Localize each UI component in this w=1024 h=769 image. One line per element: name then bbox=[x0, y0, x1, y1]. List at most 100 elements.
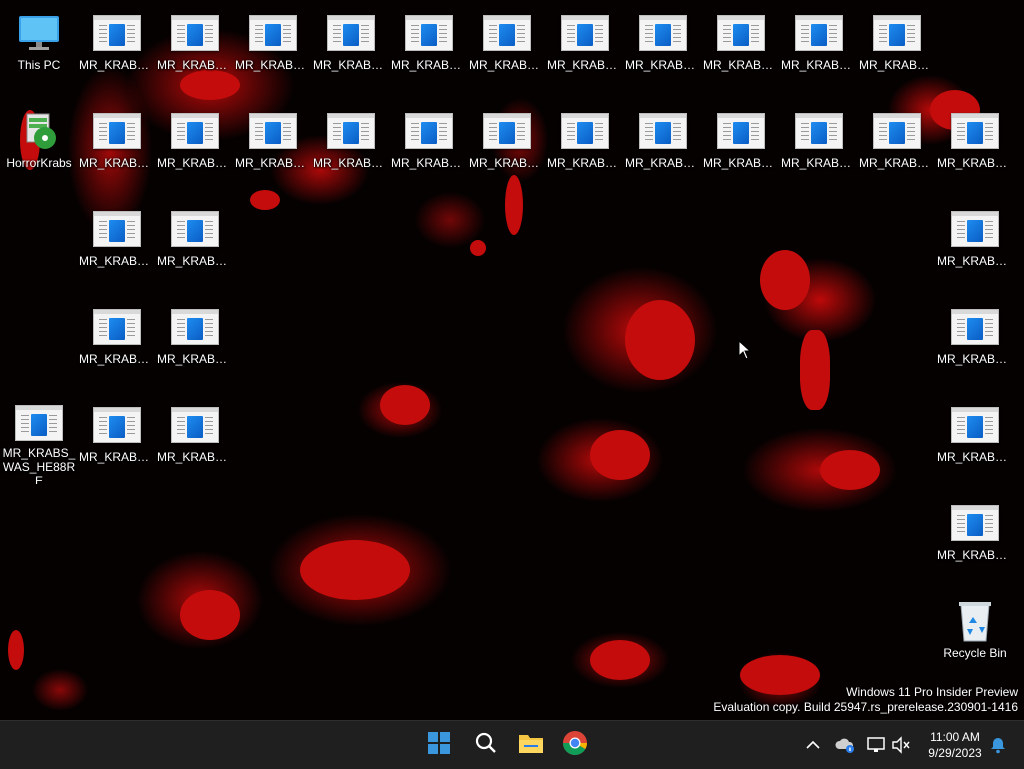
icon-label: MR_KRABS_... bbox=[547, 156, 623, 170]
icon-label: MR_KRABS_... bbox=[625, 58, 701, 72]
mr-krabs-file-icon-item[interactable]: MR_KRABS_... bbox=[157, 296, 233, 386]
file-explorer-button[interactable] bbox=[511, 725, 551, 765]
installer-disc-icon bbox=[14, 110, 64, 152]
icon-label: MR_KRABS_... bbox=[469, 58, 545, 72]
mr-krabs-file-icon-item[interactable]: MR_KRABS_... bbox=[157, 2, 233, 92]
clock-date: 9/29/2023 bbox=[928, 746, 982, 760]
mr-krabs-file-icon-item[interactable]: MR_KRABS_... bbox=[79, 296, 155, 386]
mr-krabs-file-icon-item[interactable]: MR_KRABS_... bbox=[157, 198, 233, 288]
mr-krabs-file-icon-item[interactable]: MR_KRABS_... bbox=[157, 100, 233, 190]
clock[interactable]: 11:00 AM 9/29/2023 bbox=[922, 729, 988, 761]
icon-label: MR_KRABS_... bbox=[703, 58, 779, 72]
network-icon[interactable] bbox=[864, 733, 888, 757]
mr-krabs-file-icon-item[interactable]: MR_KRABS_... bbox=[937, 296, 1013, 386]
mr-krabs-file-icon-item[interactable]: MR_KRABS_... bbox=[157, 394, 233, 484]
icon-label: MR_KRABS_... bbox=[859, 58, 935, 72]
mr-krabs-file-icon-item[interactable]: MR_KRABS_... bbox=[859, 2, 935, 92]
notification-bell-icon[interactable] bbox=[986, 733, 1010, 757]
mr-krabs-file-icon bbox=[170, 306, 220, 348]
icon-label: MR_KRABS_... bbox=[547, 58, 623, 72]
show-hidden-icons-chevron-up-icon[interactable] bbox=[801, 733, 825, 757]
icon-label: MR_KRABS_... bbox=[859, 156, 935, 170]
mr-krabs-file-icon bbox=[716, 110, 766, 152]
icon-label: MR_KRABS_... bbox=[157, 352, 233, 366]
mr-krabs-file-icon-item[interactable]: MR_KRABS_... bbox=[235, 100, 311, 190]
mr-krabs-file-icon bbox=[560, 12, 610, 54]
mr-krabs-file-icon bbox=[716, 12, 766, 54]
mr-krabs-file-icon bbox=[638, 110, 688, 152]
mr-krabs-file-icon bbox=[950, 502, 1000, 544]
mr-krabs-file-icon-item[interactable]: MR_KRABS_... bbox=[781, 2, 857, 92]
mr-krabs-file-icon bbox=[14, 404, 64, 442]
taskbar: 11:00 AM 9/29/2023 bbox=[0, 720, 1024, 769]
mr-krabs-file-icon-item[interactable]: MR_KRABS_... bbox=[547, 100, 623, 190]
mr-krabs-file-icon-item[interactable]: MR_KRABS_... bbox=[703, 2, 779, 92]
mr-krabs-file-icon bbox=[170, 404, 220, 446]
icon-label: MR_KRABS_... bbox=[781, 156, 857, 170]
mr-krabs-file-icon-item[interactable]: MR_KRABS_... bbox=[547, 2, 623, 92]
mr-krabs-file-icon-item[interactable]: MR_KRABS_... bbox=[313, 2, 389, 92]
mr-krabs-file-icon-item[interactable]: MR_KRABS_... bbox=[937, 394, 1013, 484]
icon-label: MR_KRABS_WAS_HE88RE bbox=[2, 446, 76, 484]
mr-krabs-file-icon bbox=[92, 208, 142, 250]
mr-krabs-file-icon-item[interactable]: MR_KRABS_... bbox=[79, 394, 155, 484]
icon-label: MR_KRABS_... bbox=[157, 58, 233, 72]
icon-label: MR_KRABS_... bbox=[937, 450, 1013, 464]
mr-krabs-file-icon-item[interactable]: MR_KRABS_WAS_HE88RE bbox=[1, 394, 77, 484]
start-icon bbox=[427, 731, 451, 760]
mr-krabs-file-icon bbox=[404, 12, 454, 54]
icon-label: MR_KRABS_... bbox=[937, 254, 1013, 268]
chrome-button[interactable] bbox=[555, 725, 595, 765]
mr-krabs-file-icon-item[interactable]: MR_KRABS_... bbox=[781, 100, 857, 190]
mr-krabs-file-icon bbox=[872, 12, 922, 54]
mr-krabs-file-icon-item[interactable]: MR_KRABS_... bbox=[937, 100, 1013, 190]
icon-label: MR_KRABS_... bbox=[313, 58, 389, 72]
mr-krabs-file-icon-item[interactable]: MR_KRABS_... bbox=[469, 2, 545, 92]
mr-krabs-file-icon-item[interactable]: MR_KRABS_... bbox=[469, 100, 545, 190]
mr-krabs-file-icon-item[interactable]: MR_KRABS_... bbox=[235, 2, 311, 92]
recycle-bin-icon bbox=[950, 600, 1000, 642]
horrorkrabs-icon-item[interactable]: HorrorKrabs bbox=[1, 100, 77, 190]
mr-krabs-file-icon-item[interactable]: MR_KRABS_... bbox=[391, 2, 467, 92]
recycle-bin-icon-item[interactable]: Recycle Bin bbox=[937, 590, 1013, 680]
icon-label: MR_KRABS_... bbox=[625, 156, 701, 170]
mr-krabs-file-icon-item[interactable]: MR_KRABS_... bbox=[625, 2, 701, 92]
icon-label: MR_KRABS_... bbox=[703, 156, 779, 170]
mr-krabs-file-icon bbox=[950, 404, 1000, 446]
watermark-line2: Evaluation copy. Build 25947.rs_prerelea… bbox=[713, 700, 1018, 714]
mr-krabs-file-icon bbox=[638, 12, 688, 54]
mr-krabs-file-icon-item[interactable]: MR_KRABS_... bbox=[391, 100, 467, 190]
this-pc-icon-item[interactable]: This PC bbox=[1, 2, 77, 92]
mr-krabs-file-icon-item[interactable]: MR_KRABS_... bbox=[79, 100, 155, 190]
icon-label: MR_KRABS_... bbox=[937, 548, 1013, 562]
icon-label: MR_KRABS_... bbox=[79, 156, 155, 170]
mr-krabs-file-icon-item[interactable]: MR_KRABS_... bbox=[79, 198, 155, 288]
mr-krabs-file-icon bbox=[482, 12, 532, 54]
mr-krabs-file-icon-item[interactable]: MR_KRABS_... bbox=[79, 2, 155, 92]
mr-krabs-file-icon-item[interactable]: MR_KRABS_... bbox=[859, 100, 935, 190]
icon-label: MR_KRABS_... bbox=[157, 156, 233, 170]
mr-krabs-file-icon-item[interactable]: MR_KRABS_... bbox=[313, 100, 389, 190]
mr-krabs-file-icon bbox=[248, 12, 298, 54]
monitor-icon bbox=[14, 12, 64, 54]
search-button[interactable] bbox=[466, 725, 506, 765]
start-button[interactable] bbox=[419, 725, 459, 765]
mr-krabs-file-icon-item[interactable]: MR_KRABS_... bbox=[937, 492, 1013, 582]
mr-krabs-file-icon bbox=[170, 110, 220, 152]
clock-time: 11:00 AM bbox=[930, 730, 980, 744]
icon-label: Recycle Bin bbox=[943, 646, 1007, 660]
mr-krabs-file-icon bbox=[794, 110, 844, 152]
mr-krabs-file-icon-item[interactable]: MR_KRABS_... bbox=[937, 198, 1013, 288]
mr-krabs-file-icon bbox=[950, 208, 1000, 250]
mr-krabs-file-icon bbox=[950, 110, 1000, 152]
icon-label: This PC bbox=[17, 58, 61, 72]
volume-muted-icon[interactable] bbox=[889, 733, 913, 757]
mr-krabs-file-icon-item[interactable]: MR_KRABS_... bbox=[625, 100, 701, 190]
mr-krabs-file-icon bbox=[326, 110, 376, 152]
onedrive-cloud-icon[interactable] bbox=[833, 733, 857, 757]
watermark-line1: Windows 11 Pro Insider Preview bbox=[846, 685, 1018, 699]
icon-label: MR_KRABS_... bbox=[391, 156, 467, 170]
mr-krabs-file-icon-item[interactable]: MR_KRABS_... bbox=[703, 100, 779, 190]
icon-label: MR_KRABS_... bbox=[937, 156, 1013, 170]
windows-watermark: Windows 11 Pro Insider Preview Evaluatio… bbox=[713, 685, 1018, 715]
